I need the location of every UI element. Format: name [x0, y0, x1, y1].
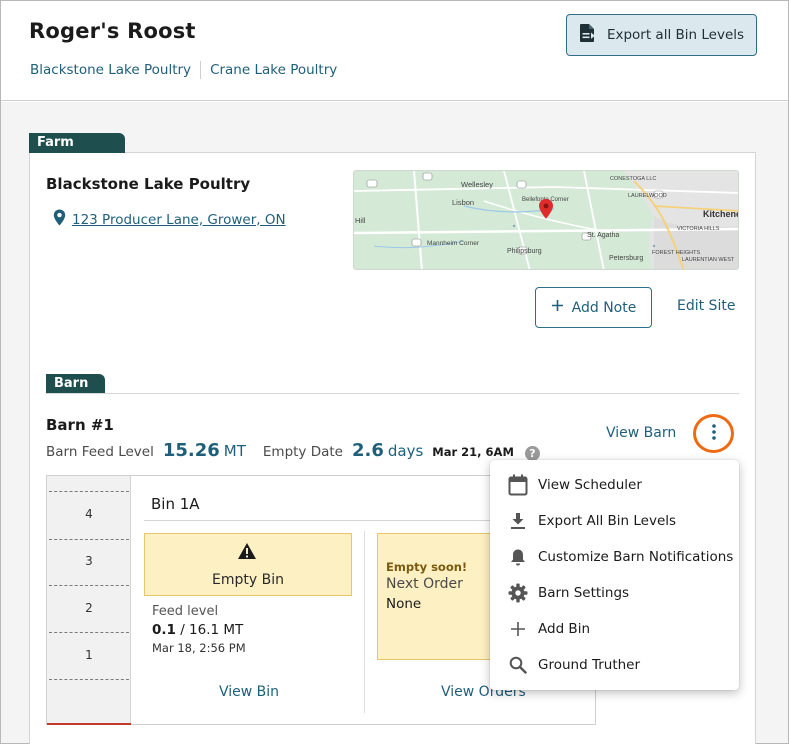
menu-item-add-bin[interactable]: Add Bin: [490, 611, 739, 647]
gauge-fill: [47, 723, 131, 725]
empty-bin-alert: Empty Bin: [144, 533, 352, 596]
barn-options-menu: View Scheduler Export All Bin Levels Cus…: [490, 460, 739, 690]
page-title: Roger's Roost: [29, 19, 196, 43]
map-label-victoria-hills: VICTORIA HILLS: [677, 226, 720, 232]
gauge-level-3: 3: [85, 554, 93, 568]
map-label-mannheim: Mannheim Corner: [427, 240, 480, 247]
empty-soon-badge: Empty soon!: [386, 560, 468, 574]
next-order-label: Next Order: [386, 576, 463, 592]
farm-address: 123 Producer Lane, Grower, ON: [53, 209, 286, 230]
view-barn-link[interactable]: View Barn: [606, 425, 676, 441]
export-button-label: Export all Bin Levels: [606, 27, 745, 43]
map-label-wellesley: Wellesley: [461, 180, 493, 189]
barn-stats: Barn Feed Level 15.26 MT Empty Date 2.6 …: [46, 440, 540, 461]
warning-icon: [237, 542, 257, 564]
farm-address-link[interactable]: 123 Producer Lane, Grower, ON: [72, 212, 286, 228]
next-order-value: None: [386, 596, 422, 612]
menu-item-customize-notifications[interactable]: Customize Barn Notifications: [490, 539, 739, 575]
gauge-tick: [49, 632, 129, 633]
map-label-conestoga: CONESTOGA LLC: [610, 176, 656, 182]
section-divider: [46, 393, 739, 394]
barn-more-options-button[interactable]: [693, 414, 734, 453]
barn-feed-level-value: 15.26: [162, 440, 220, 461]
map-label-philipsburg: Philipsburg: [507, 248, 542, 255]
menu-item-label: Customize Barn Notifications: [538, 549, 734, 565]
gauge-tick: [49, 585, 129, 586]
menu-item-label: View Scheduler: [538, 477, 642, 493]
barn-feed-level-label: Barn Feed Level: [46, 444, 154, 460]
menu-item-ground-truther[interactable]: Ground Truther: [490, 647, 739, 683]
empty-date-date: Mar 21, 6AM: [432, 445, 514, 459]
feed-level-value: 0.1 / 16.1 MT: [152, 622, 243, 638]
edit-site-link[interactable]: Edit Site: [677, 298, 735, 314]
kebab-menu-icon: [711, 423, 717, 445]
breadcrumb: Blackstone Lake Poultry Crane Lake Poult…: [30, 61, 337, 79]
menu-item-label: Ground Truther: [538, 657, 641, 673]
map-label-st-agatha: St. Agatha: [587, 232, 619, 239]
map-label-petersburg: Petersburg: [609, 255, 643, 262]
plus-icon: [551, 299, 564, 316]
map-label-forest-heights: FOREST HEIGHTS: [652, 250, 701, 256]
menu-item-barn-settings[interactable]: Barn Settings: [490, 575, 739, 611]
gauge-tick: [49, 491, 129, 492]
gauge-level-2: 2: [85, 601, 93, 615]
feed-current: 0.1: [152, 622, 176, 638]
map-label-hill: Hill: [355, 216, 366, 225]
column-divider: [364, 531, 365, 713]
barn-feed-level-unit: MT: [223, 442, 246, 460]
farm-section-tab: Farm: [29, 133, 125, 153]
add-note-label: Add Note: [571, 299, 637, 316]
gauge-tick: [49, 679, 129, 680]
menu-item-view-scheduler[interactable]: View Scheduler: [490, 467, 739, 503]
map-pin-icon: [53, 209, 66, 230]
feed-level-label: Feed level: [152, 604, 219, 619]
gauge-level-1: 1: [85, 648, 93, 662]
breadcrumb-separator: [200, 61, 202, 79]
empty-date-label: Empty Date: [262, 444, 343, 460]
view-bin-link[interactable]: View Bin: [219, 684, 279, 700]
add-note-button[interactable]: Add Note: [535, 287, 652, 328]
map-label-kitchener: Kitchener: [703, 209, 739, 219]
map-label-lisbon: Lisbon: [452, 198, 474, 207]
map-label-laurelwood: LAURELWOOD: [628, 193, 667, 199]
gauge-tick: [49, 539, 129, 540]
plus-icon: [507, 618, 529, 640]
feed-capacity: / 16.1 MT: [180, 622, 244, 638]
menu-item-label: Barn Settings: [538, 585, 630, 601]
farm-location-map[interactable]: Wellesley Lisbon Bellefonte Corner St. A…: [353, 170, 739, 270]
feed-updated-timestamp: Mar 18, 2:56 PM: [152, 641, 246, 655]
search-icon: [507, 654, 529, 676]
file-export-icon: [579, 23, 597, 47]
empty-date-unit: days: [387, 442, 424, 460]
empty-date-value: 2.6: [351, 440, 384, 461]
bell-icon: [507, 546, 529, 568]
farm-name: Blackstone Lake Poultry: [46, 175, 251, 193]
map-label-laurentian-west: LAURENTIAN WEST: [682, 257, 735, 263]
page-header: Roger's Roost Blackstone Lake Poultry Cr…: [1, 1, 788, 101]
barn-name: Barn #1: [46, 416, 114, 434]
bin-level-gauge: 4 3 2 1: [47, 476, 131, 725]
menu-item-label: Add Bin: [538, 621, 590, 637]
gauge-level-4: 4: [85, 507, 93, 521]
breadcrumb-link-blackstone[interactable]: Blackstone Lake Poultry: [30, 62, 191, 78]
breadcrumb-link-crane[interactable]: Crane Lake Poultry: [210, 62, 337, 78]
menu-item-label: Export All Bin Levels: [538, 513, 677, 529]
menu-item-export-all-bin-levels[interactable]: Export All Bin Levels: [490, 503, 739, 539]
barn-section-tab: Barn: [46, 374, 105, 394]
empty-bin-label: Empty Bin: [212, 572, 284, 588]
calendar-icon: [507, 474, 529, 496]
gear-icon: [507, 582, 529, 604]
export-all-bin-levels-button[interactable]: Export all Bin Levels: [566, 14, 757, 56]
help-icon[interactable]: ?: [524, 446, 540, 461]
bin-title: Bin 1A: [151, 495, 200, 513]
download-icon: [507, 510, 529, 532]
